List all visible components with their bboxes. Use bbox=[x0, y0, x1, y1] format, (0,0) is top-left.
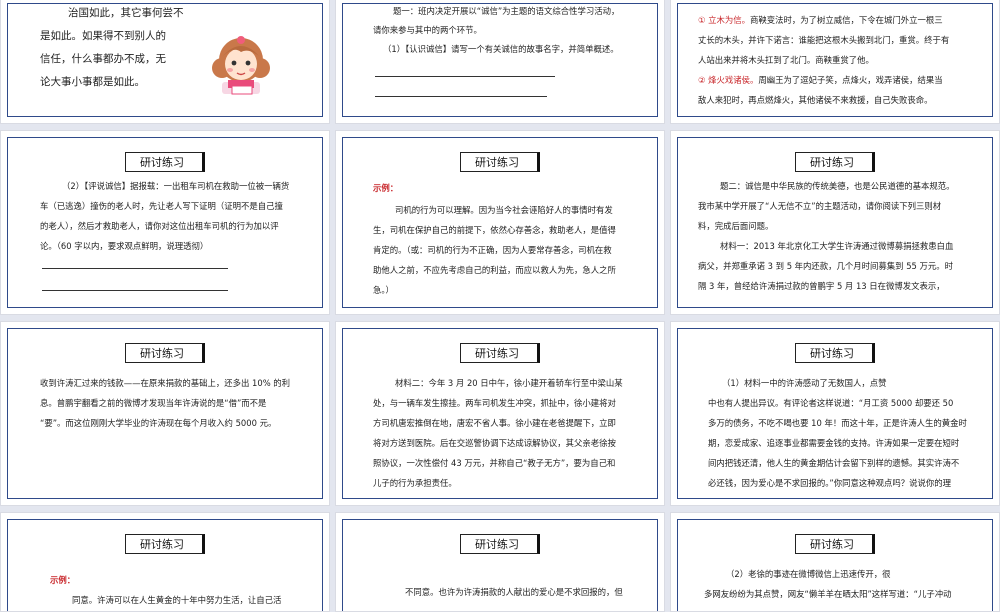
example-answer: 不同意。也许为许涛捐款的人献出的爱心是不求回报的，但 bbox=[405, 587, 623, 597]
slide-12[interactable]: 研讨练习 （2）老徐的事迹在微博微信上迅速传开，很 多网友纷纷为其点赞，网友“懒… bbox=[670, 512, 1000, 612]
slide-5[interactable]: 研讨练习 示例： 司机的行为可以理解。因为当今社会诬陷好人的事情时有发 生，司机… bbox=[335, 130, 665, 315]
slide-frame: 题一：班内决定开展以“诚信”为主题的语文综合性学习活动， 请你来参与其中的两个环… bbox=[342, 3, 658, 117]
slide-header: 研讨练习 bbox=[125, 534, 205, 554]
answer-line[interactable] bbox=[42, 268, 228, 269]
story-text: ① 立木为信。商鞅变法时，为了树立威信，下令在城门外立一根三 丈长的木头，并许下… bbox=[698, 15, 950, 105]
slide-frame: 研讨练习 （2）【评说诚信】据报载：一出租车司机在救助一位被一辆货 车（已逃逸）… bbox=[7, 137, 323, 308]
question-text: （1）材料一中的许涛感动了无数国人，点赞 中也有人提出异议。有评论者这样说道：“… bbox=[708, 378, 967, 488]
slide-header: 研讨练习 bbox=[125, 343, 205, 363]
story-title: ① 立木为信。 bbox=[698, 15, 751, 25]
slide-header: 研讨练习 bbox=[795, 534, 875, 554]
example-answer: 同意。许涛可以在人生黄金的十年中努力生活，让自己活 bbox=[72, 595, 282, 605]
slide-1[interactable]: 治国如此，其它事何尝不 是如此。如果得不到别人的 信任，什么事都办不成，无 论大… bbox=[0, 0, 330, 124]
question-text: （2）【评说诚信】据报载：一出租车司机在救助一位被一辆货 车（已逃逸）撞伤的老人… bbox=[40, 181, 290, 251]
answer-line[interactable] bbox=[375, 96, 547, 97]
slide-frame: 研讨练习 示例： 司机的行为可以理解。因为当今社会诬陷好人的事情时有发 生，司机… bbox=[342, 137, 658, 308]
slide-frame: 研讨练习 示例： 同意。许涛可以在人生黄金的十年中努力生活，让自己活 bbox=[7, 519, 323, 611]
slide-header: 研讨练习 bbox=[795, 343, 875, 363]
slide-text: 治国如此，其它事何尝不 是如此。如果得不到别人的 信任，什么事都办不成，无 论大… bbox=[40, 7, 184, 88]
slide-frame: 研讨练习 收到许涛汇过来的钱款——在原来捐款的基础上，还多出 10% 的利 息。… bbox=[7, 328, 323, 499]
example-answer: 司机的行为可以理解。因为当今社会诬陷好人的事情时有发 生，司机在保护自己的前提下… bbox=[373, 205, 616, 295]
slide-10[interactable]: 研讨练习 示例： 同意。许涛可以在人生黄金的十年中努力生活，让自己活 bbox=[0, 512, 330, 612]
material-text: 收到许涛汇过来的钱款——在原来捐款的基础上，还多出 10% 的利 息。曾鹏宇翻看… bbox=[40, 378, 291, 428]
slide-frame: 治国如此，其它事何尝不 是如此。如果得不到别人的 信任，什么事都办不成，无 论大… bbox=[7, 3, 323, 117]
example-label: 示例： bbox=[50, 575, 76, 585]
slide-frame: 研讨练习 （2）老徐的事迹在微博微信上迅速传开，很 多网友纷纷为其点赞，网友“懒… bbox=[677, 519, 993, 611]
girl-reading-illustration bbox=[212, 36, 270, 95]
slide-header: 研讨练习 bbox=[460, 343, 540, 363]
material-text: 题二：诚信是中华民族的传统美德，也是公民道德的基本规范。 我市某中学开展了“人无… bbox=[698, 181, 955, 291]
slide-header: 研讨练习 bbox=[460, 152, 540, 172]
answer-line[interactable] bbox=[42, 290, 228, 291]
slide-3[interactable]: ① 立木为信。商鞅变法时，为了树立威信，下令在城门外立一根三 丈长的木头，并许下… bbox=[670, 0, 1000, 124]
slide-header: 研讨练习 bbox=[125, 152, 205, 172]
slide-4[interactable]: 研讨练习 （2）【评说诚信】据报载：一出租车司机在救助一位被一辆货 车（已逃逸）… bbox=[0, 130, 330, 315]
question-text: 题一：班内决定开展以“诚信”为主题的语文综合性学习活动， 请你来参与其中的两个环… bbox=[373, 6, 620, 54]
material-text: 材料二：今年 3 月 20 日中午，徐小建开着轿车行至中梁山某 处，与一辆车发生… bbox=[373, 378, 623, 488]
example-label: 示例： bbox=[373, 183, 399, 193]
slide-11[interactable]: 研讨练习 不同意。也许为许涛捐款的人献出的爱心是不求回报的，但 bbox=[335, 512, 665, 612]
slide-9[interactable]: 研讨练习 （1）材料一中的许涛感动了无数国人，点赞 中也有人提出异议。有评论者这… bbox=[670, 321, 1000, 506]
answer-line[interactable] bbox=[375, 76, 555, 77]
slide-frame: 研讨练习 不同意。也许为许涛捐款的人献出的爱心是不求回报的，但 bbox=[342, 519, 658, 611]
slide-7[interactable]: 研讨练习 收到许涛汇过来的钱款——在原来捐款的基础上，还多出 10% 的利 息。… bbox=[0, 321, 330, 506]
slide-header: 研讨练习 bbox=[795, 152, 875, 172]
slide-8[interactable]: 研讨练习 材料二：今年 3 月 20 日中午，徐小建开着轿车行至中梁山某 处，与… bbox=[335, 321, 665, 506]
slide-frame: 研讨练习 （1）材料一中的许涛感动了无数国人，点赞 中也有人提出异议。有评论者这… bbox=[677, 328, 993, 499]
story-title: ② 烽火戏诸侯。 bbox=[698, 75, 759, 85]
question-text: （2）老徐的事迹在微博微信上迅速传开，很 多网友纷纷为其点赞，网友“懒羊羊在晒太… bbox=[704, 569, 952, 599]
slide-6[interactable]: 研讨练习 题二：诚信是中华民族的传统美德，也是公民道德的基本规范。 我市某中学开… bbox=[670, 130, 1000, 315]
slide-frame: 研讨练习 题二：诚信是中华民族的传统美德，也是公民道德的基本规范。 我市某中学开… bbox=[677, 137, 993, 308]
slide-header: 研讨练习 bbox=[460, 534, 540, 554]
slide-frame: 研讨练习 材料二：今年 3 月 20 日中午，徐小建开着轿车行至中梁山某 处，与… bbox=[342, 328, 658, 499]
slide-2[interactable]: 题一：班内决定开展以“诚信”为主题的语文综合性学习活动， 请你来参与其中的两个环… bbox=[335, 0, 665, 124]
slide-frame: ① 立木为信。商鞅变法时，为了树立威信，下令在城门外立一根三 丈长的木头，并许下… bbox=[677, 3, 993, 117]
